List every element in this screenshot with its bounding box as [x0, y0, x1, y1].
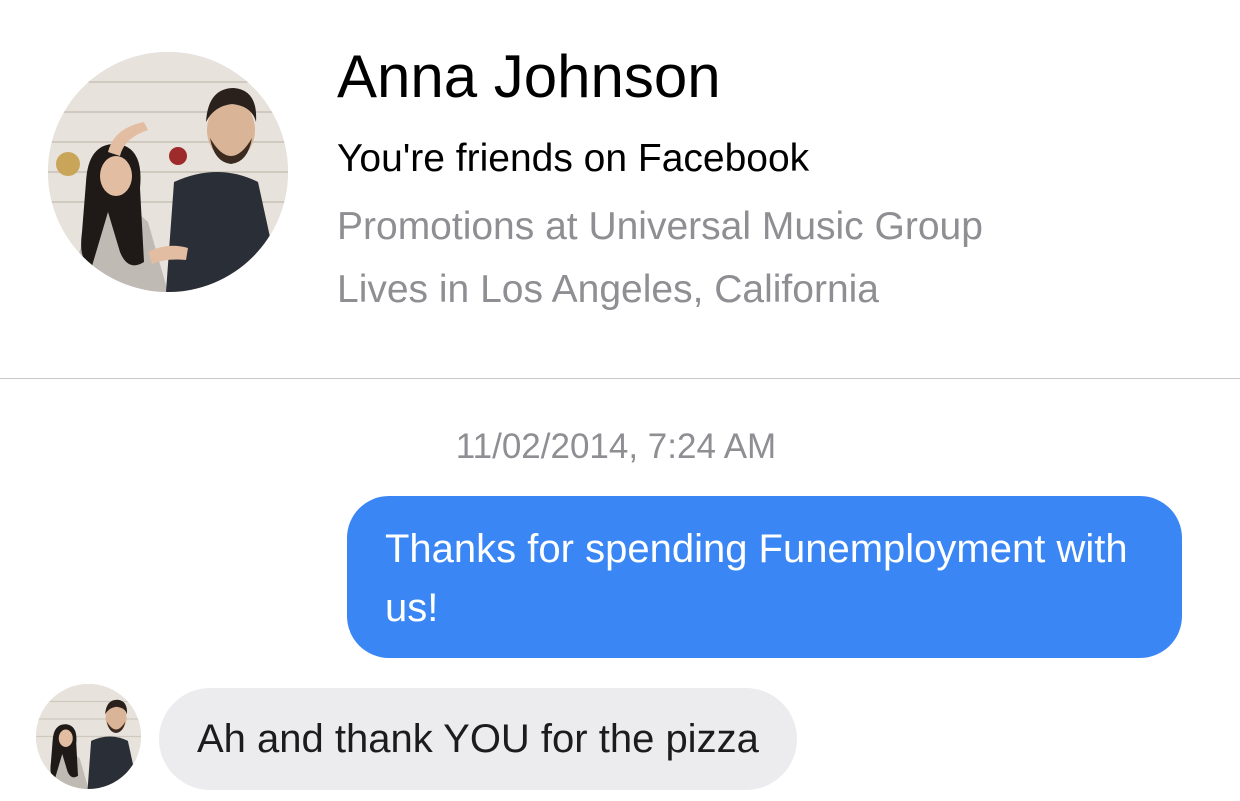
profile-photo-icon — [48, 52, 288, 292]
profile-avatar[interactable] — [48, 52, 288, 292]
outgoing-message-bubble[interactable]: Thanks for spending Funemployment with u… — [347, 496, 1182, 658]
header-divider — [0, 378, 1240, 379]
contact-work: Promotions at Universal Music Group — [337, 205, 983, 248]
incoming-message-bubble[interactable]: Ah and thank YOU for the pizza — [159, 688, 797, 790]
profile-photo-icon — [36, 684, 141, 789]
messenger-thread: Anna Johnson You're friends on Facebook … — [0, 0, 1240, 801]
message-timestamp: 11/02/2014, 7:24 AM — [455, 427, 777, 466]
contact-name: Anna Johnson — [337, 43, 721, 110]
sender-avatar[interactable] — [36, 684, 141, 789]
friendship-status: You're friends on Facebook — [337, 137, 810, 180]
contact-location: Lives in Los Angeles, California — [337, 268, 879, 311]
